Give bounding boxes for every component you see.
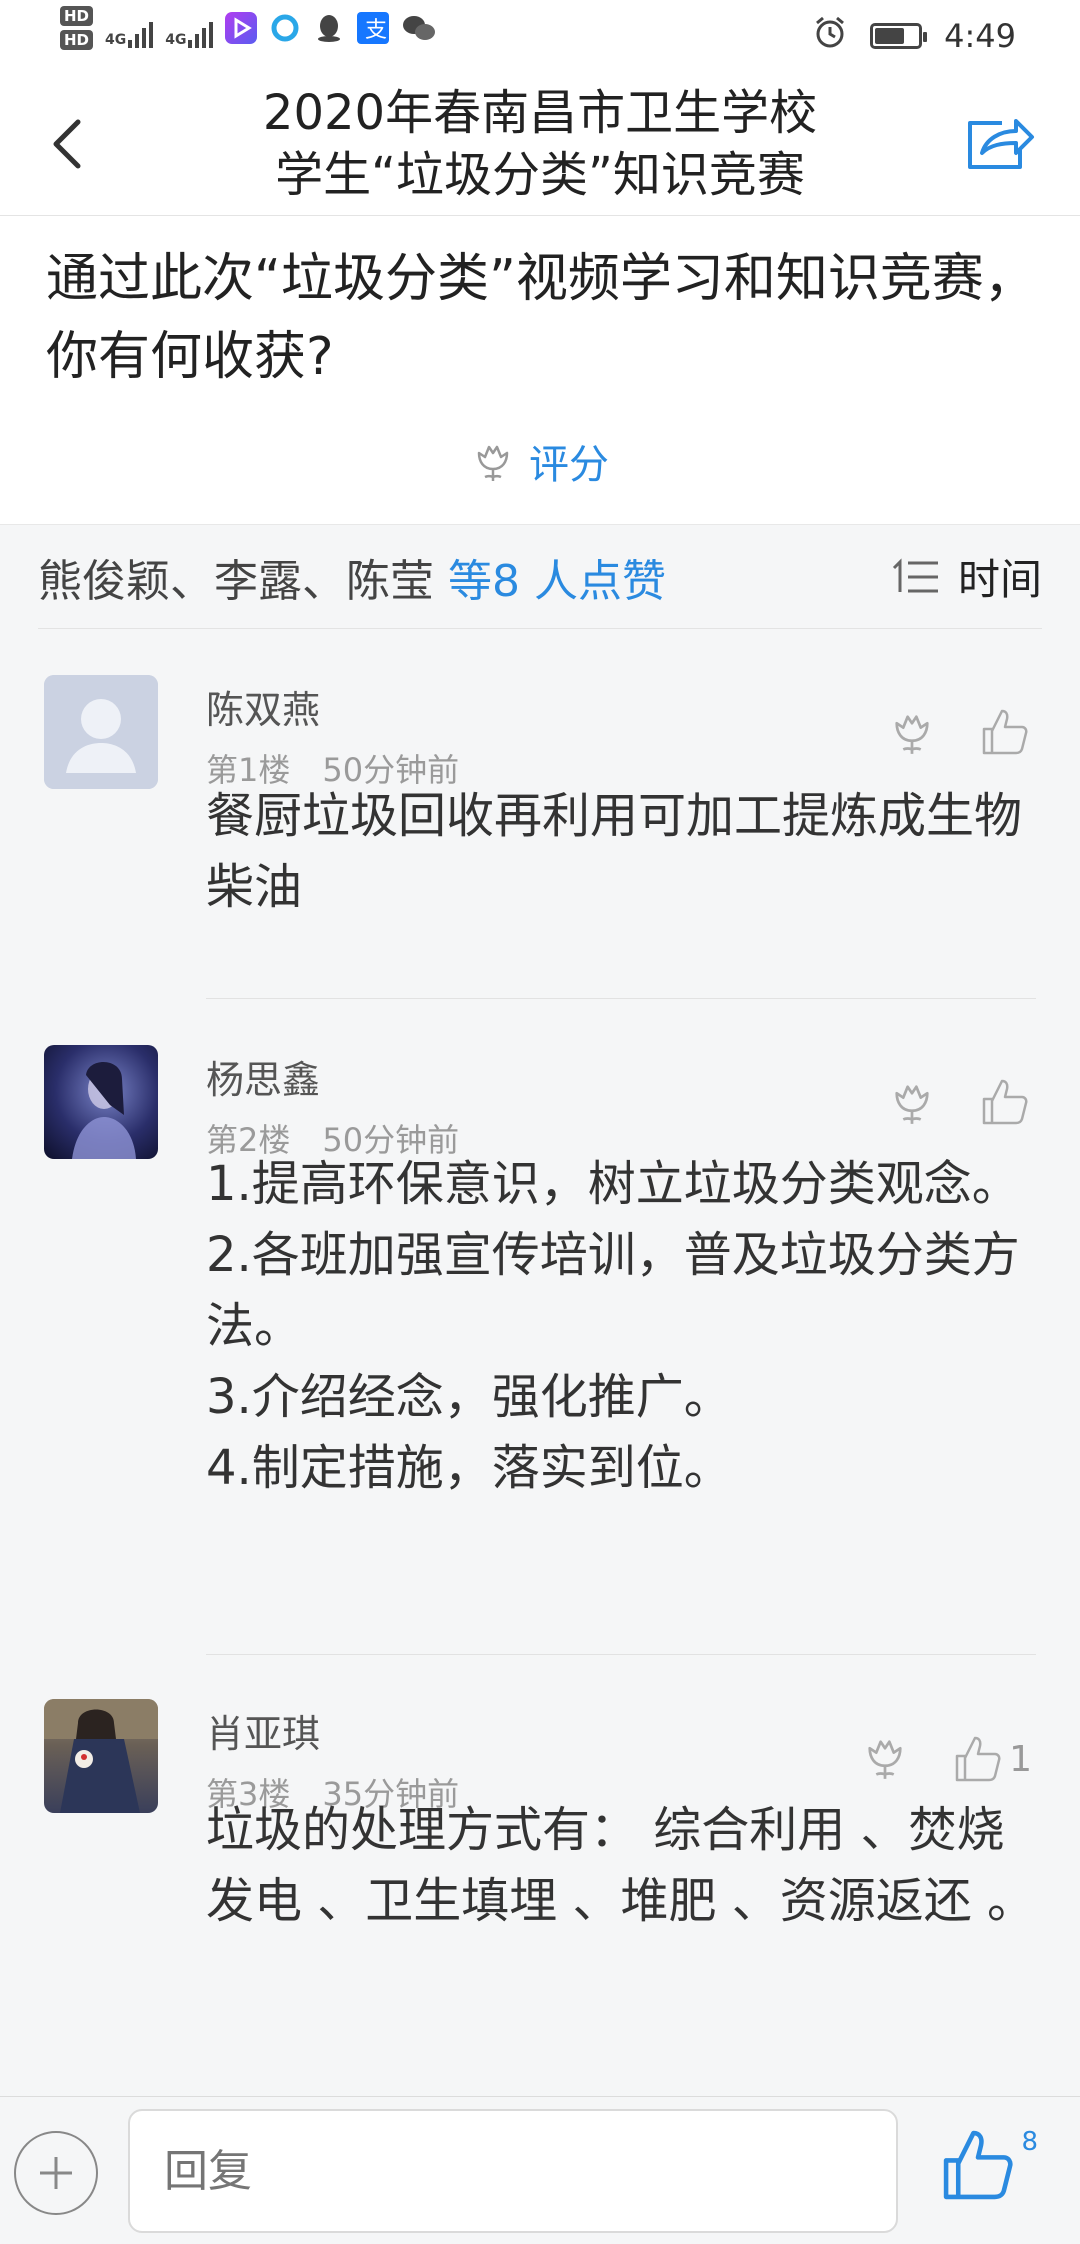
like-button[interactable]: [980, 707, 1030, 761]
comment-actions: [888, 1077, 1030, 1131]
add-button[interactable]: [14, 2131, 98, 2215]
flower-icon: [477, 445, 509, 481]
battery-icon: [870, 23, 928, 49]
hd-badge: HD: [60, 6, 94, 26]
svg-text:支: 支: [365, 18, 387, 43]
network-type: 4G: [165, 32, 187, 48]
sort-label: 时间: [957, 555, 1042, 604]
likers-more-link[interactable]: 等8 人点赞: [448, 545, 666, 609]
comment-author[interactable]: 杨思鑫: [206, 1049, 320, 1104]
flower-button[interactable]: [888, 1078, 936, 1130]
reply-input[interactable]: [128, 2109, 898, 2233]
comment-line: 3.介绍经念，强化推广。: [206, 1369, 732, 1425]
flower-icon: [895, 1085, 929, 1124]
signal-bars-icon: [128, 20, 154, 48]
hd-badge: HD: [60, 30, 94, 50]
sort-button[interactable]: 时间: [890, 546, 1042, 607]
video-app-icon: [225, 12, 258, 44]
likers-names: 熊俊颖、李露、陈莹: [38, 555, 434, 607]
comment-text: 1.提高环保意识，树立垃圾分类观念。 2.各班加强宣传培训，普及垃圾分类方法。 …: [206, 1149, 1036, 1504]
rate-label: 评分: [529, 442, 609, 488]
flower-icon: [868, 1740, 902, 1779]
share-icon: [968, 119, 1034, 169]
signal-1: 4G: [105, 8, 154, 48]
alarm-icon: [812, 14, 848, 58]
post-like-button[interactable]: 8: [940, 2127, 1038, 2217]
comment-author[interactable]: 陈双燕: [206, 679, 320, 734]
qq-icon: [313, 12, 345, 44]
rate-button[interactable]: 评分: [0, 432, 1080, 490]
status-bar: HD HD 4G 4G 支 4:49: [0, 0, 1080, 72]
network-type: 4G: [105, 32, 127, 48]
flower-icon: [895, 715, 929, 754]
thumb-up-icon: [982, 709, 1028, 755]
avatar[interactable]: [44, 1045, 158, 1159]
comment-actions: 1: [861, 1733, 1032, 1785]
alipay-icon: 支: [357, 12, 390, 44]
question-text: 通过此次“垃圾分类”视频学习和知识竞赛，你有何收获?: [46, 249, 1036, 387]
comment-actions: [888, 707, 1030, 761]
browser-app-icon: [269, 12, 302, 44]
reply-bar: 8: [0, 2096, 1080, 2244]
clock: 4:49: [944, 17, 1016, 55]
comment-line: 1.提高环保意识，树立垃圾分类观念。: [206, 1156, 1020, 1212]
likes-summary: 熊俊颖、李露、陈莹 等8 人点赞 时间: [38, 525, 1042, 629]
signal-2: 4G: [165, 8, 214, 48]
nav-bar: 2020年春南昌市卫生学校 学生“垃圾分类”知识竞赛: [0, 72, 1080, 216]
sort-icon: [892, 557, 938, 592]
user-photo-icon: [44, 1699, 158, 1813]
comment-item: 肖亚琪 第3楼 35分钟前 1 垃圾的处理方式有： 综合利用 、焚烧发电 、卫生…: [0, 1655, 1080, 2097]
comment-text: 垃圾的处理方式有： 综合利用 、焚烧发电 、卫生填埋 、堆肥 、资源返还 。: [206, 1802, 1036, 1929]
status-left: HD HD 4G 4G 支: [60, 6, 436, 50]
comment-author[interactable]: 肖亚琪: [206, 1703, 320, 1758]
comment-text: 餐厨垃圾回收再利用可加工提炼成生物柴油: [206, 788, 1023, 915]
comment-item: 陈双燕 第1楼 50分钟前 餐厨垃圾回收再利用可加工提炼成生物柴油: [0, 629, 1080, 999]
avatar[interactable]: [44, 675, 158, 789]
wechat-icon: [401, 12, 436, 44]
flower-button[interactable]: [888, 708, 936, 760]
thumb-up-icon: [955, 1736, 1001, 1782]
comment-line: 2.各班加强宣传培训，普及垃圾分类方法。: [206, 1227, 1020, 1354]
plus-icon: [40, 2157, 72, 2189]
page-title-line: 2020年春南昌市卫生学校: [262, 85, 818, 141]
flower-button[interactable]: [861, 1733, 909, 1785]
post-like-count: 8: [1021, 2127, 1038, 2157]
like-button[interactable]: [980, 1077, 1030, 1131]
status-right: 4:49: [812, 14, 1016, 58]
page-title: 2020年春南昌市卫生学校 学生“垃圾分类”知识竞赛: [160, 82, 920, 206]
back-icon: [53, 119, 81, 169]
hd-indicators: HD HD: [60, 6, 94, 50]
like-count: 1: [1009, 1738, 1032, 1780]
thumb-up-icon: [943, 2130, 1013, 2200]
avatar[interactable]: [44, 1699, 158, 1813]
share-button[interactable]: [960, 108, 1040, 178]
thumb-up-icon: [982, 1079, 1028, 1125]
page-title-line: 学生“垃圾分类”知识竞赛: [275, 147, 805, 203]
signal-bars-icon: [188, 20, 214, 48]
back-button[interactable]: [36, 112, 100, 176]
default-avatar-icon: [44, 675, 158, 789]
like-button[interactable]: 1: [953, 1734, 1032, 1784]
comment-item: 杨思鑫 第2楼 50分钟前 1.提高环保意识，树立垃圾分类观念。 2.各班加强宣…: [0, 999, 1080, 1655]
comments-section: 熊俊颖、李露、陈莹 等8 人点赞 时间 陈双燕 第1楼 50分钟前 餐厨垃圾回收…: [0, 524, 1080, 2096]
user-photo-icon: [72, 1061, 136, 1159]
comment-line: 4.制定措施，落实到位。: [206, 1440, 732, 1496]
